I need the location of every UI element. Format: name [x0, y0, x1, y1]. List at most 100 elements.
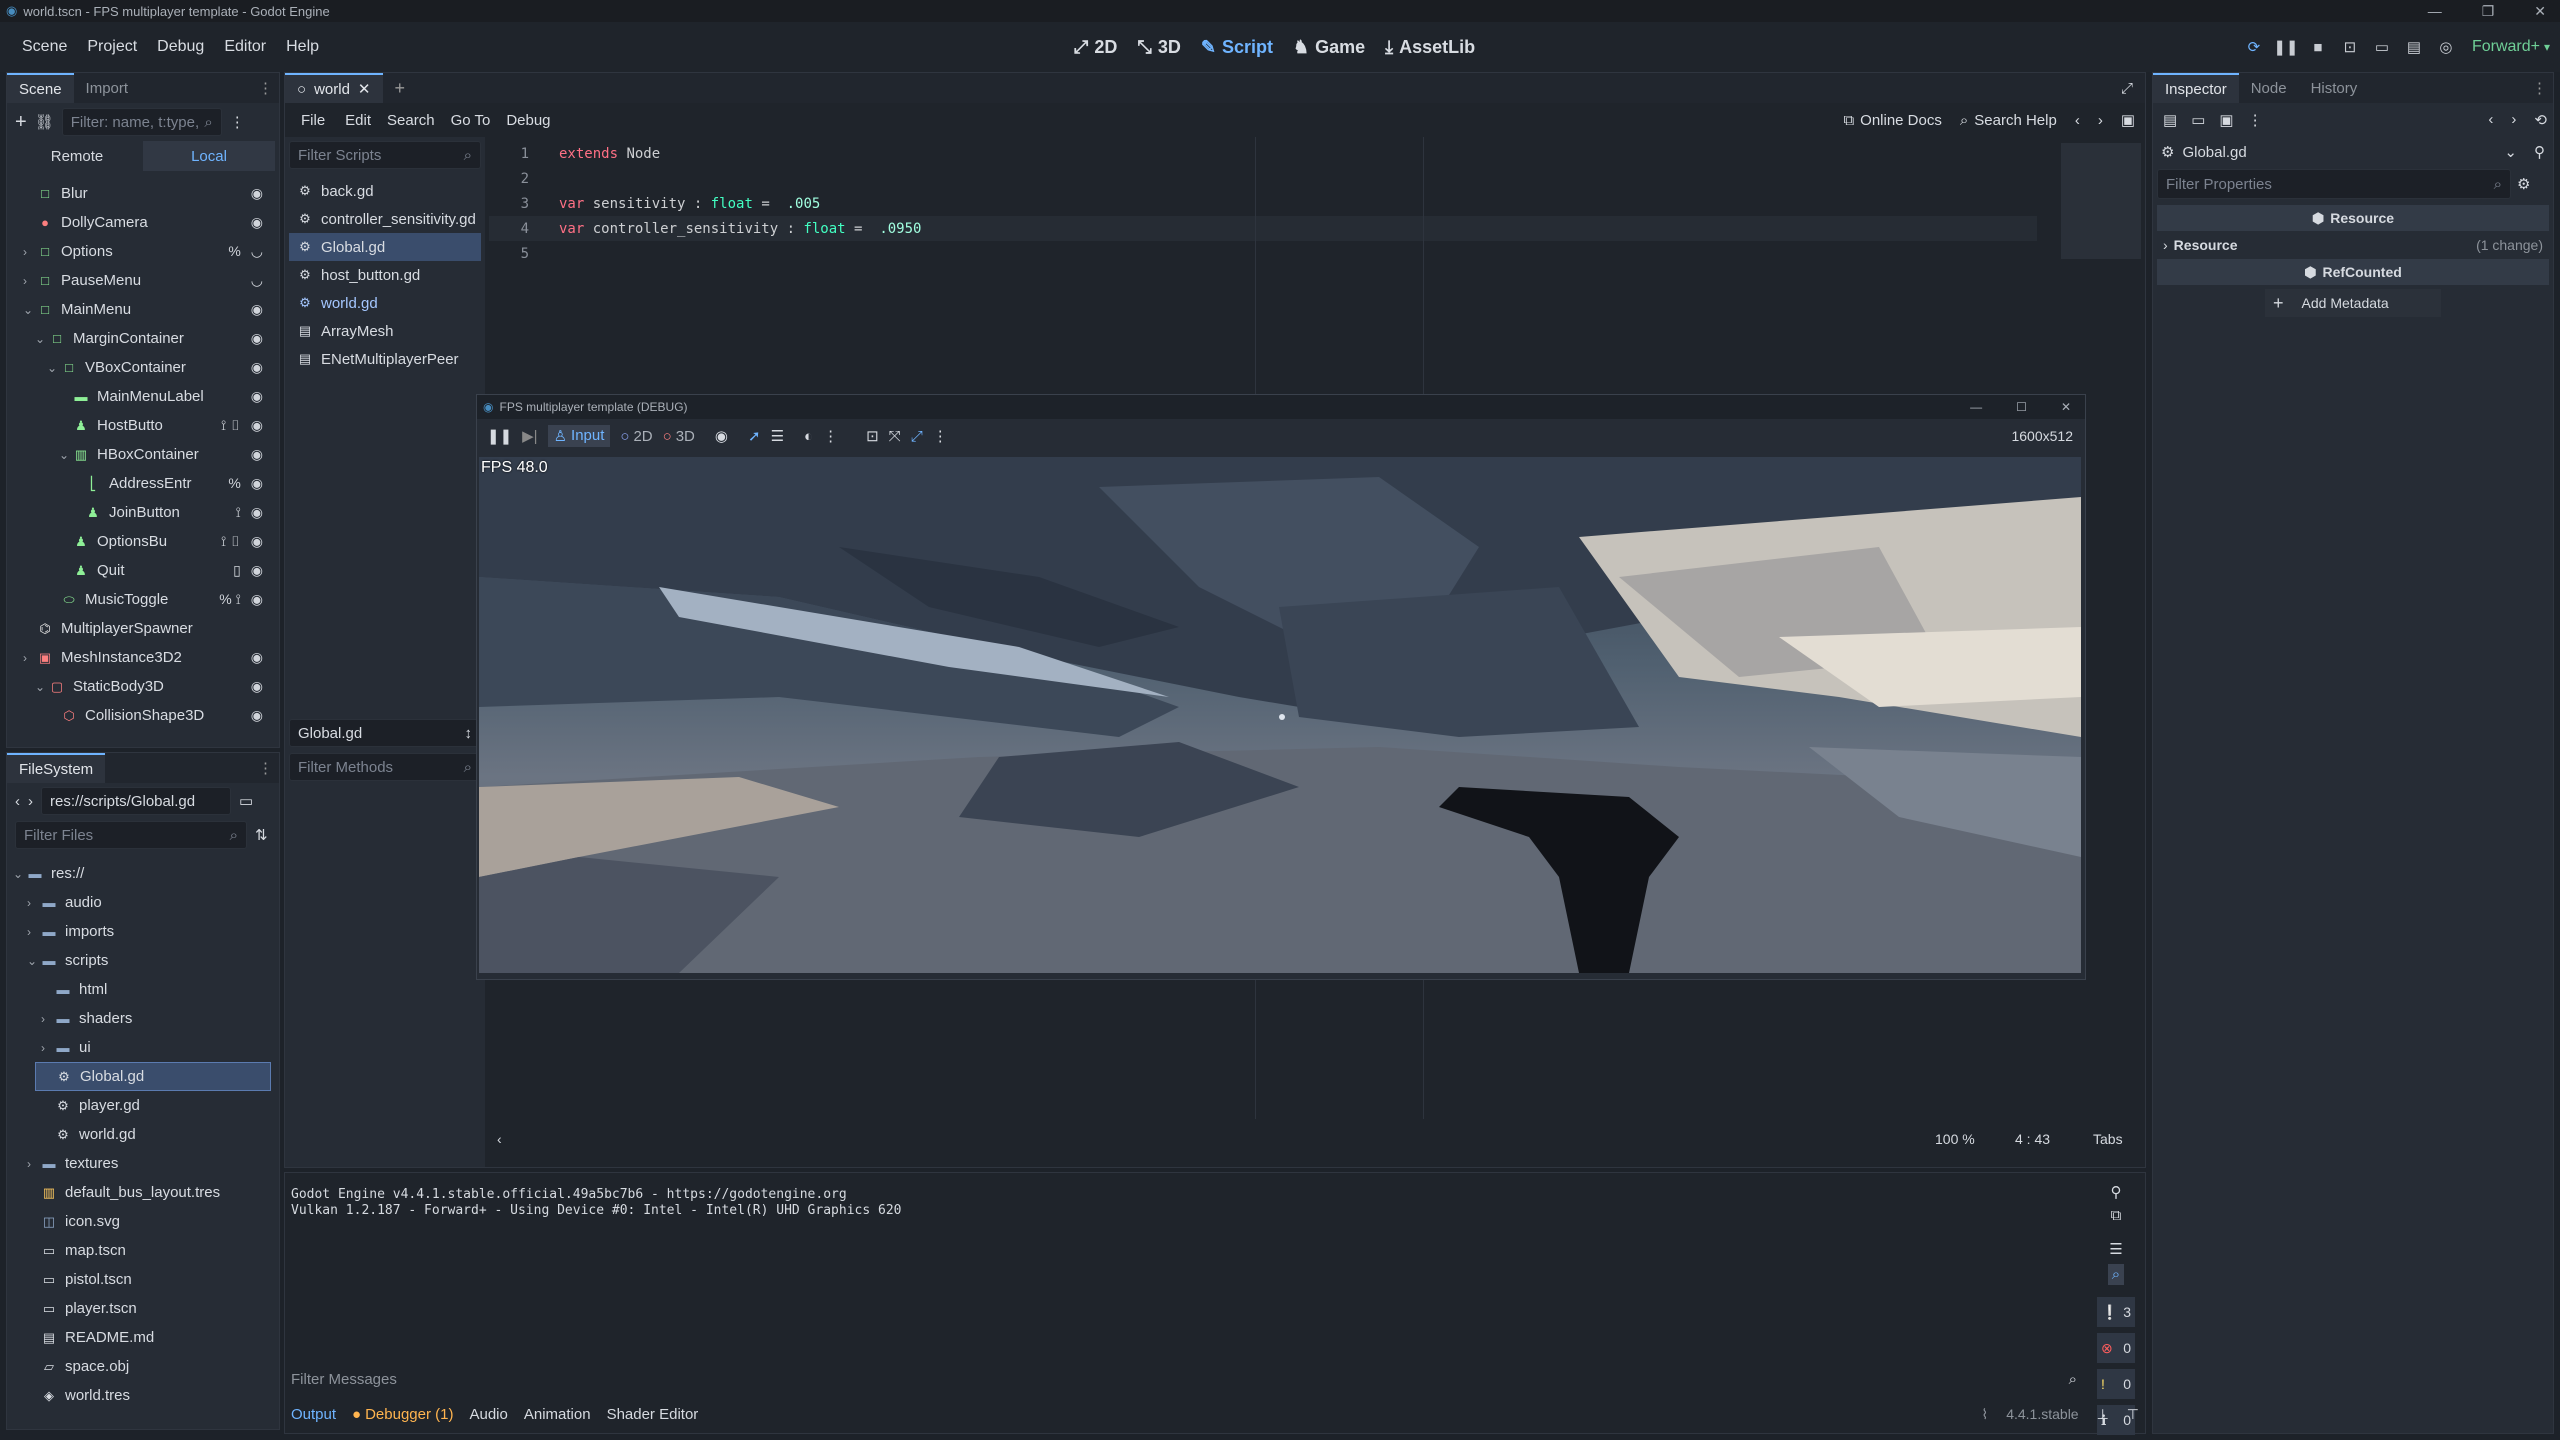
collapse-icon[interactable]: ☰: [2109, 1240, 2122, 1258]
input-button[interactable]: ♙ Input: [547, 425, 611, 447]
file-item[interactable]: ▭ map.tscn: [7, 1236, 279, 1265]
split-view-icon[interactable]: ▭: [239, 792, 253, 810]
history-icon[interactable]: ⟲: [2534, 111, 2547, 129]
reload-icon[interactable]: ⟳: [2238, 31, 2270, 63]
filter-methods-input[interactable]: Filter Methods ⌕: [289, 753, 481, 781]
forward-icon[interactable]: ›: [28, 793, 33, 810]
distraction-free-icon[interactable]: ⤢: [2121, 80, 2133, 97]
file-item[interactable]: › ▬ textures: [7, 1149, 279, 1178]
script-list-item[interactable]: ⚙ back.gd: [289, 177, 481, 205]
online-docs-button[interactable]: ⧉ Online Docs: [1843, 112, 1941, 129]
tab-scene[interactable]: Scene: [7, 73, 74, 103]
tab-history[interactable]: History: [2299, 73, 2370, 103]
scene-node-row[interactable]: ⌄ ▥ HBoxContainer ◉: [7, 440, 279, 469]
script-list-item[interactable]: ▤ ENetMultiplayerPeer: [289, 345, 481, 373]
warning-count[interactable]: ! 0: [2097, 1369, 2135, 1399]
expand-arrow-icon[interactable]: ›: [41, 1041, 55, 1055]
tab-inspector[interactable]: Inspector: [2153, 73, 2239, 103]
prev-script-icon[interactable]: ‹: [2075, 112, 2080, 129]
file-item[interactable]: ▥ default_bus_layout.tres: [7, 1178, 279, 1207]
dock-menu-icon[interactable]: ⋮: [258, 759, 273, 777]
pause-icon[interactable]: ❚❚: [2270, 31, 2302, 63]
add-metadata-button[interactable]: + Add Metadata: [2265, 289, 2441, 317]
file-item[interactable]: › ▬ audio: [7, 888, 279, 917]
path-field[interactable]: res://scripts/Global.gd: [41, 787, 231, 815]
scene-node-row[interactable]: › □ Options% ◡: [7, 237, 279, 266]
game-viewport[interactable]: FPS 48.0: [479, 457, 2081, 973]
file-item[interactable]: ▬ html: [7, 975, 279, 1004]
workspace-game-button[interactable]: ♞ Game: [1283, 37, 1375, 58]
expand-arrow-icon[interactable]: ›: [27, 925, 41, 939]
sort-icon[interactable]: ↕: [465, 725, 473, 742]
camera-override-icon[interactable]: ◐: [804, 428, 813, 445]
node-badge-icon[interactable]: %: [228, 243, 240, 260]
file-item[interactable]: ⚙ world.gd: [7, 1120, 279, 1149]
scene-node-row[interactable]: ⌄ □ VBoxContainer ◉: [7, 353, 279, 382]
search-help-button[interactable]: ⌕ Search Help: [1960, 112, 2057, 129]
eye-icon[interactable]: ◉: [251, 475, 263, 492]
scene-node-row[interactable]: ⌄ □ MarginContainer ◉: [7, 324, 279, 353]
scene-node-row[interactable]: ♟ HostButto ⟟ ▯ ◉: [7, 411, 279, 440]
scene-tab-world[interactable]: ○ world ✕: [285, 73, 383, 103]
new-resource-icon[interactable]: ▤: [2163, 111, 2177, 129]
bottom-tab-animation[interactable]: Animation: [524, 1406, 591, 1423]
bottom-tab-debugger[interactable]: ● Debugger (1): [352, 1406, 453, 1423]
eye-closed-icon[interactable]: ◡: [251, 272, 263, 289]
back-icon[interactable]: ‹: [15, 793, 20, 810]
eye-icon[interactable]: ◉: [251, 591, 263, 608]
restore-icon[interactable]: ❐: [2482, 3, 2495, 20]
file-item[interactable]: › ▬ imports: [7, 917, 279, 946]
play-scene-icon[interactable]: ▭: [2366, 31, 2398, 63]
link-icon[interactable]: ⛓: [35, 113, 54, 131]
menu-help[interactable]: Help: [276, 38, 329, 56]
remote-tab[interactable]: Remote: [11, 141, 143, 171]
more-icon[interactable]: ⋮: [823, 427, 838, 445]
scene-node-row[interactable]: ▬ MainMenuLabel ◉: [7, 382, 279, 411]
next-script-icon[interactable]: ›: [2098, 112, 2103, 129]
script-list-item[interactable]: ⚙ host_button.gd: [289, 261, 481, 289]
next-frame-icon[interactable]: ▶|: [522, 427, 537, 445]
scene-options-icon[interactable]: ⋮: [230, 113, 245, 131]
dock-menu-icon[interactable]: ⋮: [258, 79, 273, 97]
minimap[interactable]: [2061, 143, 2141, 259]
close-tab-icon[interactable]: ✕: [358, 80, 371, 98]
indent-mode[interactable]: Tabs: [2093, 1131, 2123, 1147]
save-resource-icon[interactable]: ▣: [2219, 111, 2233, 129]
file-item[interactable]: › ▬ shaders: [7, 1004, 279, 1033]
eye-icon[interactable]: ◉: [251, 707, 263, 724]
search-icon[interactable]: ⌕: [2107, 1264, 2125, 1285]
workspace-assetlib-button[interactable]: ⤓ AssetLib: [1375, 37, 1485, 58]
expand-arrow-icon[interactable]: ⌄: [47, 361, 61, 375]
file-item[interactable]: ◫ icon.svg: [7, 1207, 279, 1236]
history-back-icon[interactable]: ‹: [2488, 111, 2493, 129]
eye-closed-icon[interactable]: ◡: [251, 243, 263, 260]
tab-import[interactable]: Import: [74, 73, 141, 103]
file-item[interactable]: ⚙ player.gd: [7, 1091, 279, 1120]
clear-output-icon[interactable]: ⚲: [2111, 1183, 2122, 1201]
expand-arrow-icon[interactable]: ›: [23, 245, 37, 259]
expand-arrow-icon[interactable]: ⌄: [23, 303, 37, 317]
add-tab-icon[interactable]: +: [395, 78, 406, 99]
copy-output-icon[interactable]: ⧉: [2111, 1207, 2122, 1224]
tab-node[interactable]: Node: [2239, 73, 2299, 103]
eye-icon[interactable]: ◉: [251, 388, 263, 405]
object-menu-icon[interactable]: ⚲: [2534, 143, 2545, 161]
inspector-options-icon[interactable]: ⚙: [2517, 175, 2530, 193]
stretch-icon[interactable]: ⤧: [889, 428, 901, 445]
history-forward-icon[interactable]: ›: [2511, 111, 2516, 129]
expand-panel-icon[interactable]: ⊤: [2127, 1406, 2139, 1423]
chevron-down-icon[interactable]: ⌄: [2504, 143, 2517, 161]
workspace-3d-button[interactable]: ⤡ 3D: [1127, 37, 1190, 58]
expand-arrow-icon[interactable]: ⌄: [27, 954, 41, 968]
pause-icon[interactable]: ❚❚: [487, 427, 512, 445]
filter-properties-input[interactable]: Filter Properties ⌕: [2157, 169, 2511, 199]
close-icon[interactable]: ✕: [2534, 3, 2546, 20]
workspace-2d-button[interactable]: ⤢ 2D: [1064, 37, 1127, 58]
file-item[interactable]: ⌄ ▬ res://: [7, 859, 279, 888]
node-badge-icon[interactable]: ⟟ ▯: [221, 417, 241, 434]
renderer-select[interactable]: Forward+: [2472, 38, 2540, 56]
node-badge-icon[interactable]: % ⟟: [219, 591, 241, 608]
file-item[interactable]: ⚙ Global.gd: [35, 1062, 271, 1091]
remote-debug-icon[interactable]: ⊡: [2334, 31, 2366, 63]
expand-arrow-icon[interactable]: ⌄: [13, 867, 27, 881]
